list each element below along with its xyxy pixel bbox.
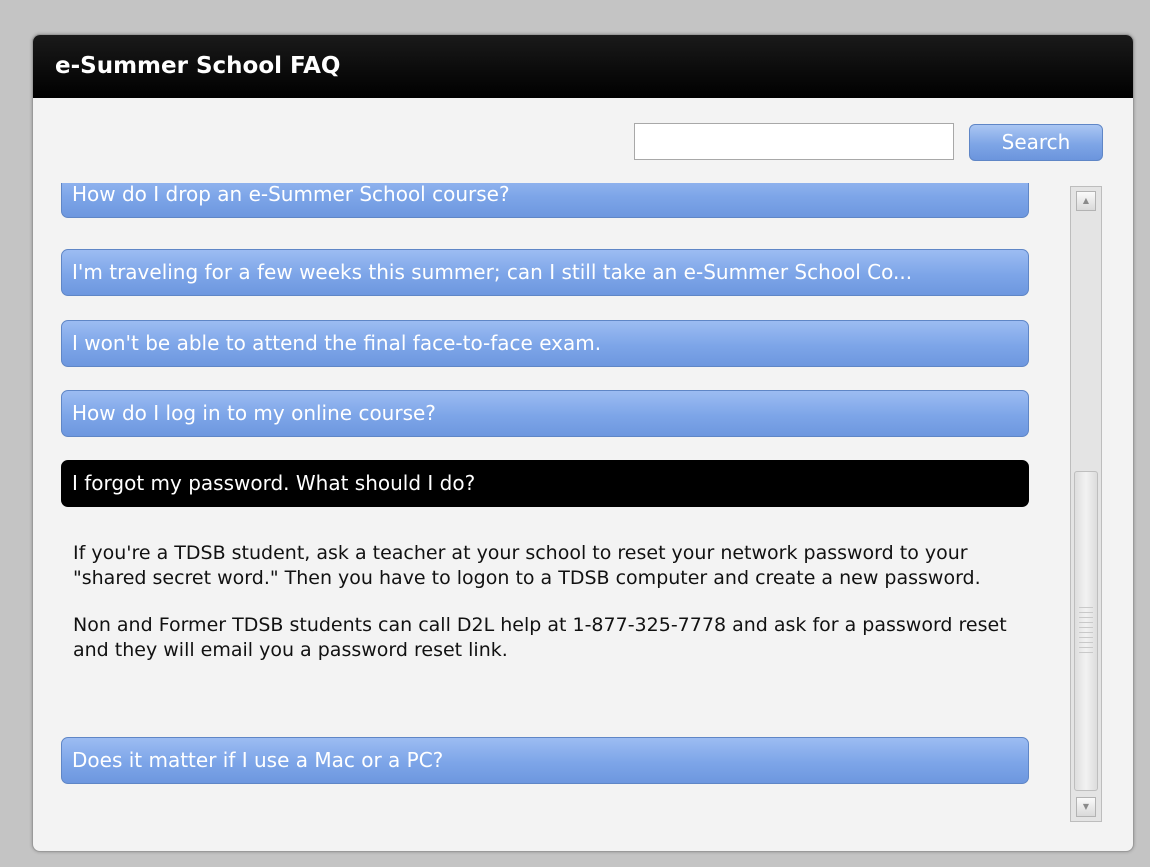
vertical-scrollbar[interactable]: ▲ ▼ xyxy=(1070,186,1102,822)
faq-item-log-in[interactable]: How do I log in to my online course? xyxy=(61,390,1029,437)
search-button[interactable]: Search xyxy=(969,124,1103,161)
scroll-thumb[interactable] xyxy=(1074,471,1098,791)
faq-window: e-Summer School FAQ Search How do I drop… xyxy=(32,34,1134,852)
faq-item-forgot-password[interactable]: I forgot my password. What should I do? xyxy=(61,460,1029,507)
faq-item-drop-course[interactable]: How do I drop an e-Summer School course? xyxy=(61,183,1029,218)
faq-item-final-exam[interactable]: I won't be able to attend the final face… xyxy=(61,320,1029,367)
faq-list: How do I drop an e-Summer School course?… xyxy=(61,183,1029,823)
scroll-up-button[interactable]: ▲ xyxy=(1076,191,1096,211)
answer-paragraph: If you're a TDSB student, ask a teacher … xyxy=(73,542,981,589)
answer-paragraph: Non and Former TDSB students can call D2… xyxy=(73,614,1007,661)
window-title: e-Summer School FAQ xyxy=(33,35,1133,98)
faq-item-mac-or-pc[interactable]: Does it matter if I use a Mac or a PC? xyxy=(61,737,1029,784)
scroll-down-button[interactable]: ▼ xyxy=(1076,797,1096,817)
faq-item-traveling[interactable]: I'm traveling for a few weeks this summe… xyxy=(61,249,1029,296)
triangle-up-icon: ▲ xyxy=(1082,196,1090,205)
triangle-down-icon: ▼ xyxy=(1082,802,1090,811)
faq-answer: If you're a TDSB student, ask a teacher … xyxy=(73,541,1023,685)
grip-icon xyxy=(1079,607,1093,657)
search-input[interactable] xyxy=(634,123,954,160)
